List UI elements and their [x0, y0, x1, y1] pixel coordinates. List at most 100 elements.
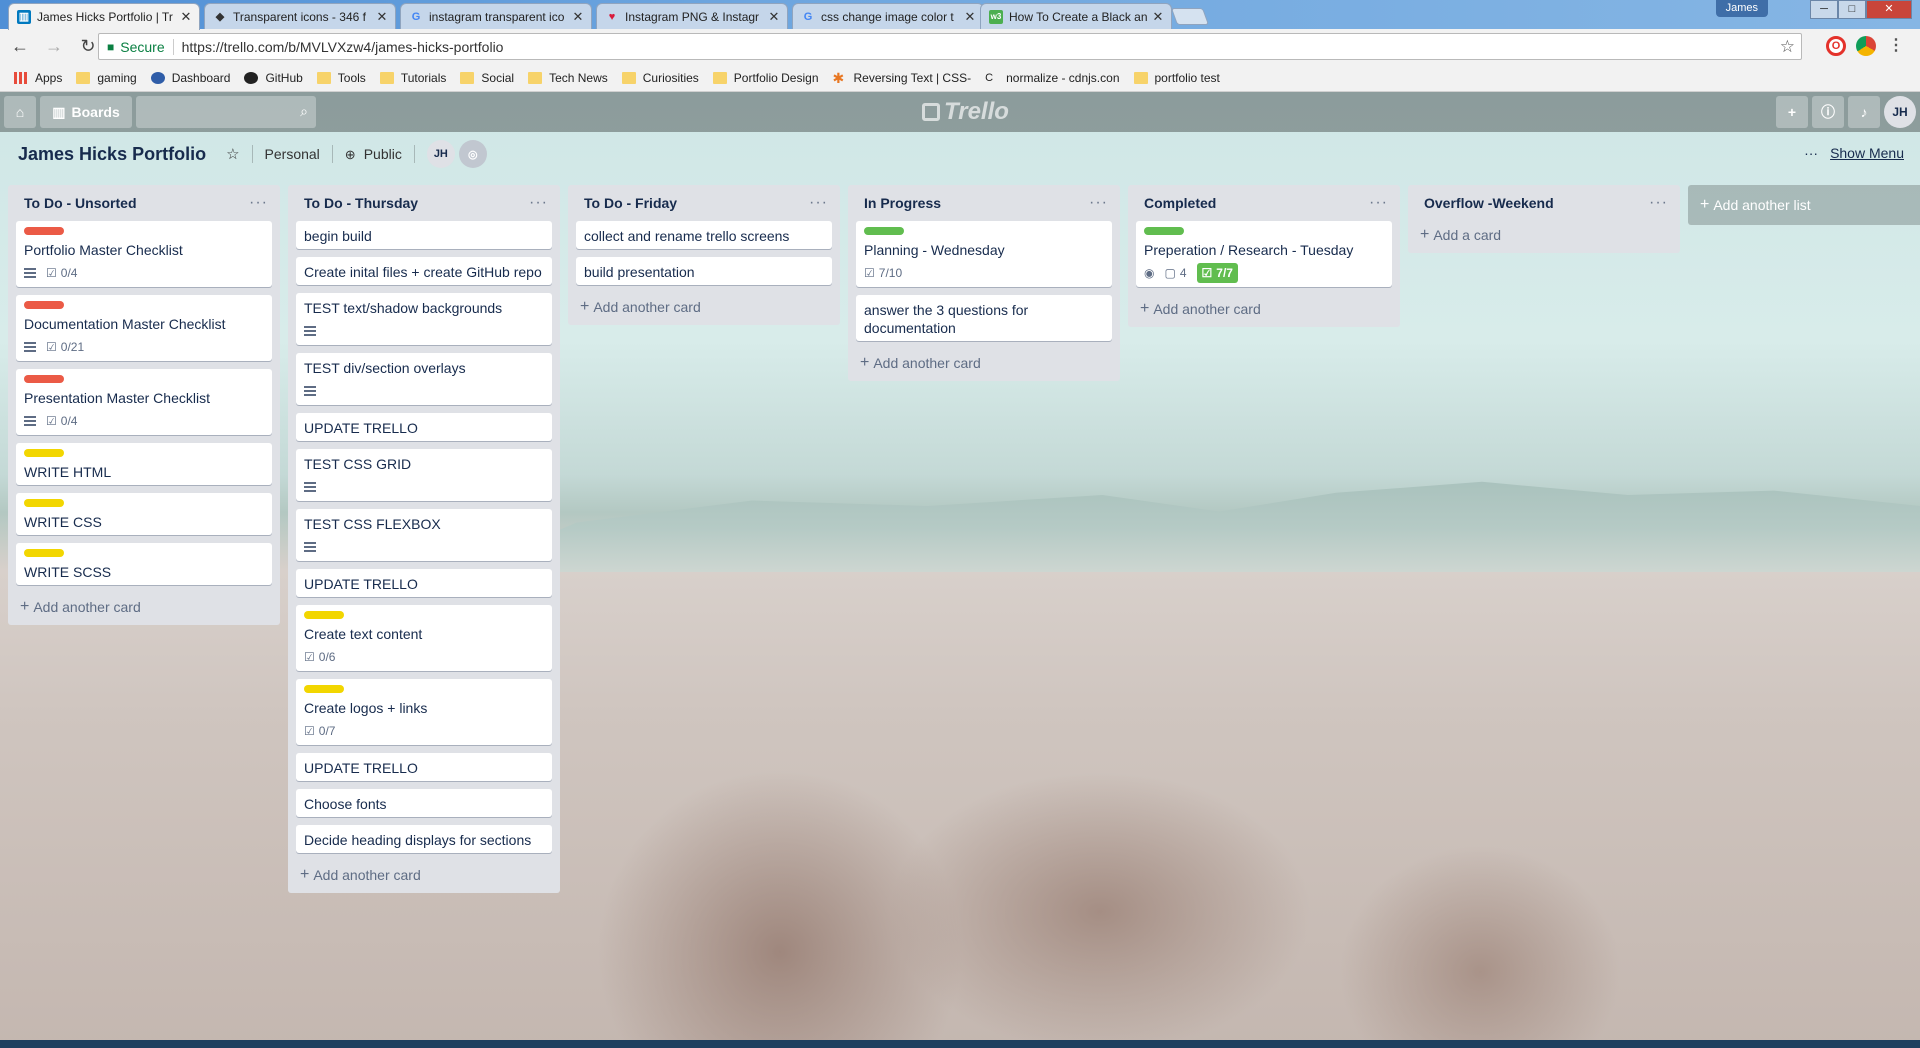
- member-avatar[interactable]: JH: [426, 140, 455, 168]
- card[interactable]: TEST div/section overlays: [296, 353, 552, 405]
- list-header[interactable]: To Do - Friday ···: [576, 185, 832, 221]
- close-icon[interactable]: ✕: [767, 9, 781, 25]
- create-button[interactable]: +: [1776, 96, 1808, 128]
- home-button[interactable]: ⌂: [4, 96, 36, 128]
- card[interactable]: Documentation Master Checklist ☑ 0/21: [16, 295, 272, 361]
- card[interactable]: UPDATE TRELLO: [296, 569, 552, 597]
- close-icon[interactable]: ✕: [375, 9, 389, 25]
- close-icon[interactable]: ✕: [179, 9, 193, 25]
- board-title[interactable]: James Hicks Portfolio: [18, 144, 206, 165]
- list-header[interactable]: To Do - Thursday ···: [296, 185, 552, 221]
- bookmark-tutorials[interactable]: Tutorials: [379, 71, 446, 85]
- bookmark-tools[interactable]: Tools: [316, 71, 366, 85]
- list-title[interactable]: To Do - Unsorted: [24, 195, 137, 211]
- team-button[interactable]: Personal: [265, 146, 320, 162]
- card[interactable]: UPDATE TRELLO: [296, 753, 552, 781]
- card[interactable]: Create logos + links ☑ 0/7: [296, 679, 552, 745]
- add-card-button[interactable]: + Add another card: [296, 861, 552, 889]
- add-card-button[interactable]: + Add another card: [1136, 295, 1392, 323]
- card[interactable]: Create text content ☑ 0/6: [296, 605, 552, 671]
- card[interactable]: Decide heading displays for sections: [296, 825, 552, 853]
- list-menu-icon[interactable]: ···: [529, 194, 548, 212]
- address-bar[interactable]: ■ Secure https://trello.com/b/MVLVXzw4/j…: [98, 33, 1802, 60]
- search-input[interactable]: ⌕: [136, 96, 316, 128]
- card[interactable]: TEST CSS FLEXBOX: [296, 509, 552, 561]
- more-options-icon[interactable]: ⋮: [1886, 36, 1906, 56]
- bookmark-github[interactable]: GitHub: [244, 71, 303, 85]
- card[interactable]: TEST CSS GRID: [296, 449, 552, 501]
- card[interactable]: collect and rename trello screens: [576, 221, 832, 249]
- card-label-red[interactable]: [24, 301, 64, 309]
- add-card-button[interactable]: + Add another card: [576, 293, 832, 321]
- visibility-button[interactable]: ⊕ Public: [345, 146, 402, 163]
- list-header[interactable]: Overflow -Weekend ···: [1416, 185, 1672, 221]
- close-icon[interactable]: ✕: [1151, 9, 1165, 25]
- bookmark-social[interactable]: Social: [460, 71, 514, 85]
- bookmark-portfolio-test[interactable]: portfolio test: [1133, 71, 1220, 85]
- info-button[interactable]: ⓘ: [1812, 96, 1844, 128]
- card[interactable]: UPDATE TRELLO: [296, 413, 552, 441]
- forward-button[interactable]: →: [40, 33, 68, 61]
- profile-button[interactable]: James: [1715, 0, 1768, 17]
- boards-button[interactable]: ▥ Boards: [40, 96, 132, 128]
- add-card-button[interactable]: + Add another card: [856, 349, 1112, 377]
- new-tab-button[interactable]: [1170, 8, 1210, 25]
- add-card-button[interactable]: + Add another card: [16, 593, 272, 621]
- close-window-button[interactable]: ✕: [1866, 0, 1912, 19]
- bookmark-normalize[interactable]: Cnormalize - cdnjs.con: [985, 71, 1119, 85]
- close-icon[interactable]: ✕: [963, 9, 977, 25]
- trello-logo[interactable]: Trello: [922, 98, 1009, 126]
- card[interactable]: TEST text/shadow backgrounds: [296, 293, 552, 345]
- list-title[interactable]: To Do - Friday: [584, 195, 677, 211]
- bookmark-tech-news[interactable]: Tech News: [528, 71, 608, 85]
- star-icon[interactable]: ☆: [226, 145, 239, 163]
- close-icon[interactable]: ✕: [571, 9, 585, 25]
- list-menu-icon[interactable]: ···: [1649, 194, 1668, 212]
- card[interactable]: WRITE CSS: [16, 493, 272, 535]
- card[interactable]: Presentation Master Checklist ☑ 0/4: [16, 369, 272, 435]
- card[interactable]: Preperation / Research - Tuesday ◉ ▢ 4 ☑ 7/7: [1136, 221, 1392, 287]
- card-label-yellow[interactable]: [304, 611, 344, 619]
- tab-trello-board[interactable]: ▥ James Hicks Portfolio | Tr ✕: [8, 3, 200, 30]
- list-header[interactable]: In Progress ···: [856, 185, 1112, 221]
- maximize-button[interactable]: □: [1838, 0, 1866, 19]
- show-menu-button[interactable]: ··· Show Menu: [1804, 145, 1904, 161]
- notifications-button[interactable]: ♪: [1848, 96, 1880, 128]
- list-menu-icon[interactable]: ···: [1089, 194, 1108, 212]
- card-label-yellow[interactable]: [24, 499, 64, 507]
- card-label-yellow[interactable]: [24, 549, 64, 557]
- back-button[interactable]: ←: [6, 33, 34, 61]
- card-label-green[interactable]: [1144, 227, 1184, 235]
- list-title[interactable]: Overflow -Weekend: [1424, 195, 1554, 211]
- card[interactable]: Create inital files + create GitHub repo: [296, 257, 552, 285]
- bookmark-apps[interactable]: Apps: [14, 71, 62, 85]
- card[interactable]: build presentation: [576, 257, 832, 285]
- user-avatar[interactable]: JH: [1884, 96, 1916, 128]
- tab-w3schools[interactable]: w3 How To Create a Black an ✕: [980, 3, 1172, 29]
- card[interactable]: Choose fonts: [296, 789, 552, 817]
- minimize-button[interactable]: ─: [1810, 0, 1838, 19]
- tab-transparent-icons[interactable]: ◆ Transparent icons - 346 f ✕: [204, 3, 396, 29]
- bookmark-reversing-text[interactable]: ✱ Reversing Text | CSS-: [833, 71, 972, 85]
- bookmark-portfolio-design[interactable]: Portfolio Design: [712, 71, 819, 85]
- list-title[interactable]: Completed: [1144, 195, 1216, 211]
- url-text[interactable]: https://trello.com/b/MVLVXzw4/james-hick…: [182, 39, 504, 55]
- card[interactable]: WRITE HTML: [16, 443, 272, 485]
- bookmark-star-icon[interactable]: ☆: [1780, 37, 1795, 57]
- bookmark-dashboard[interactable]: Dashboard: [150, 71, 230, 85]
- list-title[interactable]: In Progress: [864, 195, 941, 211]
- tab-css-image-color[interactable]: G css change image color t ✕: [792, 3, 984, 29]
- list-menu-icon[interactable]: ···: [1369, 194, 1388, 212]
- list-menu-icon[interactable]: ···: [809, 194, 828, 212]
- card-label-yellow[interactable]: [304, 685, 344, 693]
- bookmark-curiosities[interactable]: Curiosities: [621, 71, 699, 85]
- list-menu-icon[interactable]: ···: [249, 194, 268, 212]
- card[interactable]: WRITE SCSS: [16, 543, 272, 585]
- card-label-red[interactable]: [24, 227, 64, 235]
- tab-google-search[interactable]: G instagram transparent ico ✕: [400, 3, 592, 29]
- tab-instagram-png[interactable]: ♥ Instagram PNG & Instagr ✕: [596, 3, 788, 29]
- list-header[interactable]: To Do - Unsorted ···: [16, 185, 272, 221]
- card[interactable]: answer the 3 questions for documentation: [856, 295, 1112, 341]
- list-title[interactable]: To Do - Thursday: [304, 195, 418, 211]
- list-header[interactable]: Completed ···: [1136, 185, 1392, 221]
